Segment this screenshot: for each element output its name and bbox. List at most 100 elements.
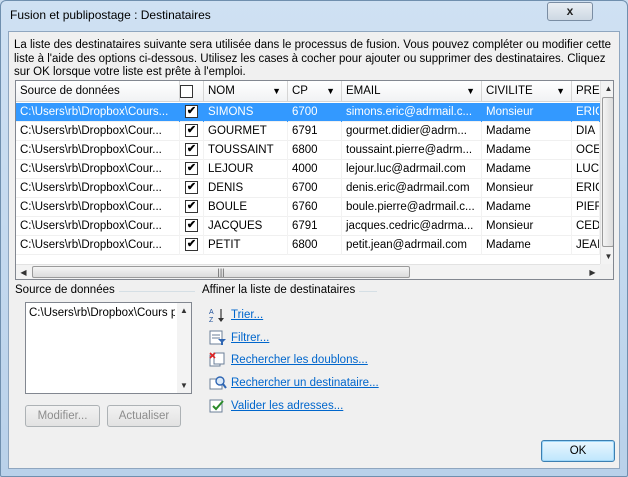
svg-text:A: A <box>209 309 214 316</box>
cell-nom: PETIT <box>204 236 288 255</box>
cell-civilite: Madame <box>482 198 572 217</box>
table-row[interactable]: C:\Users\rb\Dropbox\Cour... ✔ JACQUES 6791 j… <box>16 217 600 236</box>
column-header-nom[interactable]: NOM ▼ <box>204 81 288 102</box>
close-icon: x <box>566 4 574 18</box>
row-checkbox[interactable]: ✔ <box>185 105 198 118</box>
cell-prenom: JEAI <box>572 236 600 255</box>
mail-merge-recipients-dialog: Fusion et publipostage : Destinataires x… <box>0 0 628 477</box>
validate-addresses-link[interactable]: Valider les adresses... <box>231 400 343 412</box>
cell-civilite: Madame <box>482 122 572 141</box>
select-all-checkbox[interactable] <box>180 85 193 98</box>
table-row[interactable]: C:\Users\rb\Dropbox\Cours... ✔ SIMONS 6700 s… <box>16 103 600 122</box>
find-recipient-icon <box>209 375 227 391</box>
column-header-select-all[interactable] <box>180 81 204 102</box>
chevron-down-icon[interactable]: ▼ <box>556 86 565 96</box>
window-title: Fusion et publipostage : Destinataires <box>10 8 211 22</box>
grid-header: Source de données NOM ▼ CP ▼ EMAIL ▼ CIVILI… <box>16 81 600 102</box>
cell-checkbox[interactable]: ✔ <box>180 236 204 255</box>
vertical-scrollbar[interactable]: ▲ ▼ <box>600 81 613 264</box>
refresh-button[interactable]: Actualiser <box>107 405 181 427</box>
filter-link-row[interactable]: Filtrer... <box>209 329 269 347</box>
horizontal-scrollbar[interactable]: ◀ ||| ▶ <box>16 264 600 279</box>
vertical-scroll-thumb[interactable] <box>602 97 613 247</box>
description-text: La liste des destinataires suivante sera… <box>14 39 612 78</box>
row-checkbox[interactable]: ✔ <box>185 162 198 175</box>
cell-source: C:\Users\rb\Dropbox\Cour... <box>16 236 180 255</box>
table-row[interactable]: C:\Users\rb\Dropbox\Cour... ✔ BOULE 6760 bou… <box>16 198 600 217</box>
cell-checkbox[interactable]: ✔ <box>180 217 204 236</box>
cell-civilite: Monsieur <box>482 179 572 198</box>
row-checkbox[interactable]: ✔ <box>185 124 198 137</box>
row-checkbox[interactable]: ✔ <box>185 219 198 232</box>
scroll-left-icon[interactable]: ◀ <box>16 265 31 279</box>
cell-source: C:\Users\rb\Dropbox\Cour... <box>16 141 180 160</box>
horizontal-scroll-thumb[interactable]: ||| <box>32 266 410 278</box>
scroll-down-icon[interactable]: ▼ <box>601 249 613 264</box>
grid-rows: C:\Users\rb\Dropbox\Cours... ✔ SIMONS 6700 s… <box>16 103 600 255</box>
table-row[interactable]: C:\Users\rb\Dropbox\Cour... ✔ DENIS 6700 den… <box>16 179 600 198</box>
chevron-down-icon[interactable]: ▼ <box>272 86 281 96</box>
scroll-up-icon[interactable]: ▲ <box>177 303 191 318</box>
cell-email: simons.eric@adrmail.c... <box>342 103 482 122</box>
duplicates-icon <box>209 352 227 368</box>
cell-email: petit.jean@adrmail.com <box>342 236 482 255</box>
cell-cp: 6700 <box>288 103 342 122</box>
filter-link[interactable]: Filtrer... <box>231 332 269 344</box>
modify-button[interactable]: Modifier... <box>25 405 100 427</box>
cell-email: jacques.cedric@adrma... <box>342 217 482 236</box>
sort-link-row[interactable]: AZ Trier... <box>209 306 263 324</box>
cell-nom: LEJOUR <box>204 160 288 179</box>
column-header-prenom[interactable]: PRE <box>572 81 600 102</box>
chevron-down-icon[interactable]: ▼ <box>466 86 475 96</box>
duplicates-link-row[interactable]: Rechercher les doublons... <box>209 351 368 369</box>
column-header-civilite[interactable]: CIVILITE ▼ <box>482 81 572 102</box>
row-checkbox[interactable]: ✔ <box>185 238 198 251</box>
datasource-group-label: Source de données <box>15 284 119 296</box>
column-header-cp[interactable]: CP ▼ <box>288 81 342 102</box>
cell-checkbox[interactable]: ✔ <box>180 141 204 160</box>
find-duplicates-link[interactable]: Rechercher les doublons... <box>231 354 368 366</box>
row-checkbox[interactable]: ✔ <box>185 181 198 194</box>
datasource-list[interactable]: C:\Users\rb\Dropbox\Cours pa ▲ ▼ <box>25 302 192 394</box>
cell-checkbox[interactable]: ✔ <box>180 160 204 179</box>
cell-nom: DENIS <box>204 179 288 198</box>
scroll-down-icon[interactable]: ▼ <box>177 378 191 393</box>
datasource-item[interactable]: C:\Users\rb\Dropbox\Cours pa <box>29 307 175 319</box>
cell-prenom: ERIC <box>572 179 600 198</box>
table-row[interactable]: C:\Users\rb\Dropbox\Cour... ✔ GOURMET 6791 g… <box>16 122 600 141</box>
cell-email: toussaint.pierre@adrm... <box>342 141 482 160</box>
find-recipient-link[interactable]: Rechercher un destinataire... <box>231 377 379 389</box>
find-recipient-link-row[interactable]: Rechercher un destinataire... <box>209 374 379 392</box>
sort-az-icon: AZ <box>209 307 227 324</box>
datasource-scrollbar[interactable]: ▲ ▼ <box>177 303 191 393</box>
cell-checkbox[interactable]: ✔ <box>180 103 204 122</box>
table-row[interactable]: C:\Users\rb\Dropbox\Cour... ✔ LEJOUR 4000 le… <box>16 160 600 179</box>
cell-civilite: Madame <box>482 236 572 255</box>
table-row[interactable]: C:\Users\rb\Dropbox\Cour... ✔ PETIT 6800 pet… <box>16 236 600 255</box>
cell-email: gourmet.didier@adrm... <box>342 122 482 141</box>
scroll-up-icon[interactable]: ▲ <box>601 81 613 96</box>
column-header-source[interactable]: Source de données <box>16 81 180 102</box>
cell-prenom: OCE <box>572 141 600 160</box>
cell-email: denis.eric@adrmail.com <box>342 179 482 198</box>
cell-checkbox[interactable]: ✔ <box>180 179 204 198</box>
sort-link[interactable]: Trier... <box>231 309 263 321</box>
column-header-email[interactable]: EMAIL ▼ <box>342 81 482 102</box>
row-checkbox[interactable]: ✔ <box>185 143 198 156</box>
dialog-body: La liste des destinataires suivante sera… <box>8 31 620 469</box>
cell-civilite: Madame <box>482 160 572 179</box>
close-button[interactable]: x <box>547 2 593 21</box>
scrollbar-corner <box>600 264 613 279</box>
table-row[interactable]: C:\Users\rb\Dropbox\Cour... ✔ TOUSSAINT 680… <box>16 141 600 160</box>
row-checkbox[interactable]: ✔ <box>185 200 198 213</box>
scroll-right-icon[interactable]: ▶ <box>585 265 600 279</box>
chevron-down-icon[interactable]: ▼ <box>326 86 335 96</box>
cell-checkbox[interactable]: ✔ <box>180 198 204 217</box>
cell-cp: 6760 <box>288 198 342 217</box>
ok-button[interactable]: OK <box>541 440 615 462</box>
cell-checkbox[interactable]: ✔ <box>180 122 204 141</box>
cell-email: lejour.luc@adrmail.com <box>342 160 482 179</box>
cell-email: boule.pierre@adrmail.c... <box>342 198 482 217</box>
recipients-grid: Source de données NOM ▼ CP ▼ EMAIL ▼ CIVILI… <box>15 80 614 280</box>
validate-link-row[interactable]: Valider les adresses... <box>209 397 343 415</box>
